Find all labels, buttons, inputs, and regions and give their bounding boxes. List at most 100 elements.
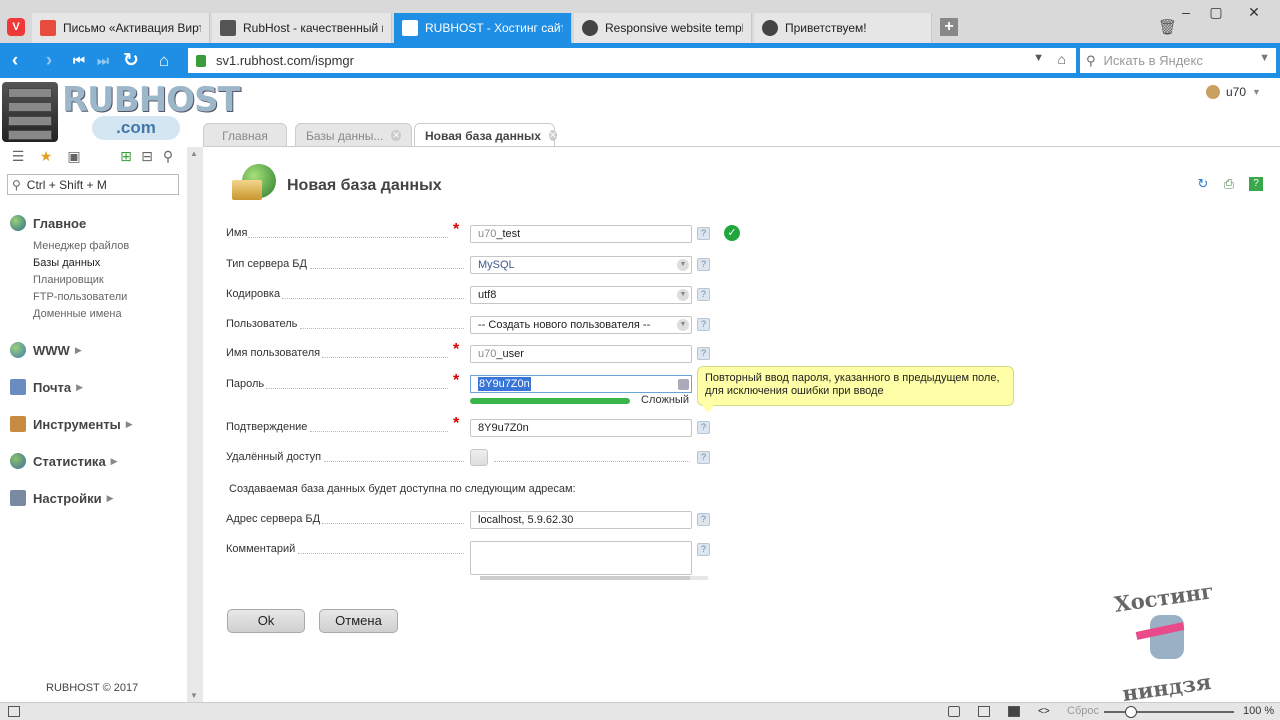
ok-button[interactable]: Ok: [227, 609, 305, 633]
star-icon[interactable]: ★: [38, 148, 54, 164]
chart-icon: [10, 453, 26, 469]
window-icon[interactable]: [978, 706, 990, 717]
confirm-password-input[interactable]: 8Y9u7Z0n: [470, 419, 692, 437]
browser-tab-template[interactable]: Responsive website template: [574, 13, 752, 43]
browser-tab-rubhost-active[interactable]: RUBHOST - Хостинг сайтов: [394, 13, 572, 43]
panel-toggle-icon[interactable]: [8, 706, 20, 717]
url-field[interactable]: sv1.rubhost.com/ispmgr ▼ ⌂: [188, 48, 1076, 73]
address-info-text: Создаваемая база данных будет доступна п…: [229, 483, 576, 495]
scroll-up-icon[interactable]: ▲: [190, 149, 198, 158]
bookmark-icon[interactable]: ⌂: [1058, 51, 1066, 67]
minimize-icon[interactable]: –: [1172, 2, 1200, 22]
tooltip-line: для исключения ошибки при вводе: [705, 385, 884, 397]
nav-item-domains[interactable]: Доменные имена: [10, 306, 185, 323]
help-icon[interactable]: ?: [697, 421, 710, 434]
help-icon[interactable]: ?: [697, 451, 710, 464]
field-label: Удалённый доступ: [226, 451, 322, 463]
username-input[interactable]: u70_user: [470, 345, 692, 363]
new-tab-plus-icon[interactable]: +: [940, 18, 958, 36]
browser-tab-rubhost[interactable]: RubHost - качественный и: [212, 13, 392, 43]
server-rack-icon: [2, 82, 58, 142]
url-text: sv1.rubhost.com/ispmgr: [216, 53, 354, 68]
back-arrow-icon[interactable]: ‹: [4, 51, 26, 71]
reload-icon[interactable]: ↻: [120, 51, 142, 71]
close-tab-icon[interactable]: ✕: [391, 130, 401, 141]
database-globe-icon: [232, 164, 278, 208]
fast-forward-icon[interactable]: ⏭: [92, 51, 114, 71]
briefcase-icon[interactable]: ▣: [66, 148, 82, 164]
generate-password-icon[interactable]: [678, 379, 689, 390]
remote-access-checkbox[interactable]: [470, 449, 488, 466]
rewind-icon[interactable]: ⏮: [68, 51, 90, 71]
nav-item-ftp-users[interactable]: FTP-пользователи: [10, 289, 185, 306]
tree-icon[interactable]: ☰: [10, 148, 26, 164]
textarea-resize-handle[interactable]: [480, 576, 708, 580]
label-leader: [310, 431, 448, 432]
user-menu[interactable]: u70 ▼: [1206, 85, 1261, 99]
sidebar-search-input[interactable]: ⚲ Ctrl + Shift + M: [7, 174, 179, 195]
tab-new-database[interactable]: Новая база данных ✕: [414, 123, 557, 147]
label-leader: [324, 461, 464, 462]
camera-icon[interactable]: [948, 706, 960, 717]
watermark-word: ниндзя: [1120, 668, 1213, 707]
collapse-icon[interactable]: ⊟: [139, 148, 155, 164]
code-icon[interactable]: <>: [1038, 706, 1050, 717]
image-icon[interactable]: [1008, 706, 1020, 717]
forward-arrow-icon[interactable]: ›: [38, 51, 60, 71]
password-input[interactable]: 8Y9u7Z0n: [470, 375, 692, 393]
scroll-down-icon[interactable]: ▼: [190, 691, 198, 700]
field-label: Подтверждение: [226, 421, 308, 433]
help-icon[interactable]: ?: [1249, 177, 1263, 191]
nav-item-scheduler[interactable]: Планировщик: [10, 272, 185, 289]
home-icon[interactable]: ⌂: [153, 51, 175, 71]
chevron-down-icon[interactable]: ▼: [1259, 52, 1270, 64]
help-icon[interactable]: ?: [697, 513, 710, 526]
help-icon[interactable]: ?: [697, 258, 710, 271]
sidebar-scrollbar[interactable]: ▲ ▼: [187, 147, 203, 702]
chevron-down-icon[interactable]: ▼: [1033, 52, 1044, 64]
nav-group-label: Инструменты: [33, 416, 121, 432]
comment-textarea[interactable]: [470, 541, 692, 575]
help-icon[interactable]: ?: [697, 347, 710, 360]
expand-icon[interactable]: ⊞: [118, 148, 134, 164]
close-tab-icon[interactable]: ✕: [548, 130, 557, 141]
browser-tabbar: V Письмо «Активация Виртуа RubHost - кач…: [0, 0, 1280, 43]
nav-group-mail[interactable]: Почта ▶: [10, 376, 185, 398]
browser-tab-welcome[interactable]: Приветствуем!: [754, 13, 932, 43]
nav-group-www[interactable]: WWW ▶: [10, 339, 185, 361]
vivaldi-logo-icon[interactable]: V: [7, 18, 25, 36]
name-input[interactable]: u70_test: [470, 225, 692, 243]
browser-tab-label: RubHost - качественный и: [243, 21, 383, 35]
nav-group-statistics[interactable]: Статистика ▶: [10, 450, 185, 472]
zoom-slider-handle[interactable]: [1125, 706, 1137, 718]
maximize-icon[interactable]: ▢: [1202, 2, 1230, 22]
help-icon[interactable]: ?: [697, 227, 710, 240]
help-icon[interactable]: ?: [697, 318, 710, 331]
nav-item-file-manager[interactable]: Менеджер файлов: [10, 238, 185, 255]
globe-icon: [10, 342, 26, 358]
close-icon[interactable]: ✕: [1240, 2, 1268, 22]
pin-icon[interactable]: ⚲: [160, 148, 176, 164]
nav-item-databases[interactable]: Базы данных: [10, 255, 185, 272]
yandex-search-input[interactable]: ⚲ Искать в Яндекс ▼: [1080, 48, 1276, 73]
nav-group-settings[interactable]: Настройки ▶: [10, 487, 185, 509]
nav-group-tools[interactable]: Инструменты ▶: [10, 413, 185, 435]
tab-label: Базы данны...: [306, 128, 384, 143]
help-icon[interactable]: ?: [697, 288, 710, 301]
print-icon[interactable]: ⎙: [1222, 177, 1236, 191]
help-icon[interactable]: ?: [697, 543, 710, 556]
cancel-button[interactable]: Отмена: [319, 609, 398, 633]
tab-databases[interactable]: Базы данны... ✕: [295, 123, 412, 147]
trash-icon[interactable]: 🗑: [1158, 18, 1177, 36]
encoding-select[interactable]: utf8 ▼: [470, 286, 692, 304]
browser-tab-mail[interactable]: Письмо «Активация Виртуа: [32, 13, 210, 43]
zoom-reset-label[interactable]: Сброс: [1067, 705, 1099, 717]
tab-home[interactable]: Главная: [203, 123, 287, 147]
mail-icon: [10, 379, 26, 395]
zoom-slider[interactable]: [1104, 711, 1234, 713]
house-icon: [402, 20, 418, 36]
user-select[interactable]: -- Создать нового пользователя -- ▼: [470, 316, 692, 334]
nav-group-main[interactable]: Главное: [10, 212, 185, 234]
server-type-select[interactable]: MySQL ▼: [470, 256, 692, 274]
refresh-icon[interactable]: ↻: [1196, 177, 1210, 191]
